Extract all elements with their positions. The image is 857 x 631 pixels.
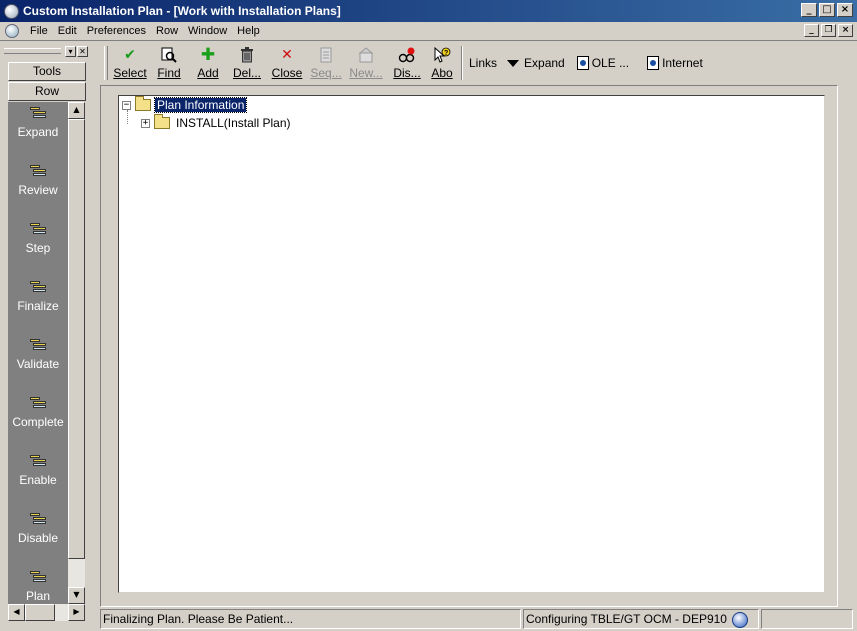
tree-node-label[interactable]: INSTALL(Install Plan) <box>174 116 293 130</box>
status-empty-panel <box>761 609 853 629</box>
delete-button[interactable]: Del... <box>227 43 267 80</box>
maximize-button[interactable]: □ <box>819 3 835 17</box>
row-exit-validate[interactable]: Validate <box>8 334 68 384</box>
checkmark-icon: ✔ <box>124 47 136 63</box>
plus-icon: ✚ <box>200 45 216 65</box>
display-button[interactable]: Dis... <box>387 43 427 80</box>
status-environment: Configuring TBLE/GT OCM - DEP910 <box>523 609 759 629</box>
ole-link-icon[interactable] <box>576 56 589 70</box>
svg-text:?: ? <box>444 50 448 57</box>
row-exit-step[interactable]: Step <box>8 218 68 268</box>
menu-edit[interactable]: Edit <box>53 25 82 37</box>
links-bar: Links Expand OLE ... Internet <box>467 43 703 83</box>
open-folder-icon <box>135 96 151 111</box>
sequence-icon <box>317 46 335 64</box>
expand-link[interactable]: Expand <box>524 56 565 70</box>
row-exit-icon <box>30 164 46 178</box>
ole-link[interactable]: OLE ... <box>592 56 629 70</box>
row-exit-review[interactable]: Review <box>8 160 68 210</box>
minimize-button[interactable]: _ <box>801 3 817 17</box>
row-exit-icon <box>30 454 46 468</box>
collapse-icon[interactable]: − <box>122 100 131 110</box>
row-exit-icon <box>30 570 46 584</box>
sequence-button[interactable]: Seq... <box>307 43 345 80</box>
tree-node-install-plan[interactable]: + INSTALL(Install Plan) <box>141 114 293 131</box>
row-exit-icon <box>30 222 46 236</box>
folder-icon <box>154 114 170 129</box>
mdi-restore-button[interactable]: ❐ <box>821 24 836 37</box>
internet-link[interactable]: Internet <box>662 56 703 70</box>
panel-grip[interactable] <box>4 48 61 54</box>
x-icon: ✕ <box>281 47 293 63</box>
app-icon[interactable] <box>4 3 19 19</box>
row-exit-icon <box>30 280 46 294</box>
globe-icon <box>731 611 748 628</box>
row-exit-expand[interactable]: Expand <box>8 102 68 152</box>
find-icon <box>160 46 178 64</box>
row-exit-icon <box>30 106 46 120</box>
menu-row[interactable]: Row <box>151 25 183 37</box>
select-button[interactable]: ✔ Select <box>111 43 149 80</box>
row-tab[interactable]: Row <box>8 82 86 101</box>
toolbar-separator <box>461 46 463 80</box>
internet-link-icon[interactable] <box>647 56 660 70</box>
menu-help[interactable]: Help <box>232 25 265 37</box>
document-icon[interactable] <box>5 24 19 38</box>
toolbar-grip[interactable] <box>104 46 108 80</box>
trash-icon <box>238 46 256 64</box>
scroll-thumb[interactable] <box>68 119 85 559</box>
chevron-down-icon[interactable] <box>507 59 520 67</box>
add-button[interactable]: ✚ Add <box>189 43 227 80</box>
row-exit-finalize[interactable]: Finalize <box>8 276 68 326</box>
tools-tab[interactable]: Tools <box>8 62 86 81</box>
mdi-minimize-button[interactable]: _ <box>804 24 819 37</box>
menu-window[interactable]: Window <box>183 25 232 37</box>
toolbar: ✔ Select Find ✚ Add Del... ✕ Close Seq..… <box>100 43 857 83</box>
row-exit-icon <box>30 338 46 352</box>
tools-panel-header: ▾ ✕ <box>4 44 88 58</box>
row-exit-enable[interactable]: Enable <box>8 450 68 500</box>
menu-bar: File Edit Preferences Row Window Help _ … <box>0 22 857 41</box>
find-button[interactable]: Find <box>149 43 189 80</box>
row-exit-complete[interactable]: Complete <box>8 392 68 442</box>
about-button[interactable]: ? Abo <box>427 43 457 80</box>
panel-dropdown-icon[interactable]: ▾ <box>65 45 76 57</box>
panel-close-icon[interactable]: ✕ <box>77 45 88 57</box>
tools-vertical-scrollbar[interactable]: ▲ ▼ <box>68 102 85 604</box>
expand-icon[interactable]: + <box>141 118 150 128</box>
close-form-button[interactable]: ✕ Close <box>267 43 307 80</box>
menu-file[interactable]: File <box>25 25 53 37</box>
menu-preferences[interactable]: Preferences <box>82 25 151 37</box>
tree-node-plan-information[interactable]: − Plan Information <box>122 96 248 113</box>
status-bar: Finalizing Plan. Please Be Patient... Co… <box>0 607 857 631</box>
scroll-up-icon[interactable]: ▲ <box>68 102 85 119</box>
scroll-down-icon[interactable]: ▼ <box>68 587 85 604</box>
links-label: Links <box>469 56 498 70</box>
row-exit-icon <box>30 512 46 526</box>
row-exit-icon <box>30 396 46 410</box>
plan-tree[interactable] <box>118 95 825 593</box>
close-button[interactable]: × <box>837 3 853 17</box>
row-exit-disable[interactable]: Disable <box>8 508 68 558</box>
new-button[interactable]: New... <box>345 43 387 80</box>
tree-node-label[interactable]: Plan Information <box>153 97 248 113</box>
display-icon <box>398 46 416 64</box>
status-message: Finalizing Plan. Please Be Patient... <box>100 609 521 629</box>
row-exit-list: Expand Review Step Finalize Validate Com… <box>8 102 68 617</box>
window-title: Custom Installation Plan - [Work with In… <box>23 4 341 18</box>
mdi-close-button[interactable]: × <box>838 24 853 37</box>
new-icon <box>357 46 375 64</box>
about-icon: ? <box>433 46 451 64</box>
title-bar: Custom Installation Plan - [Work with In… <box>0 0 857 22</box>
